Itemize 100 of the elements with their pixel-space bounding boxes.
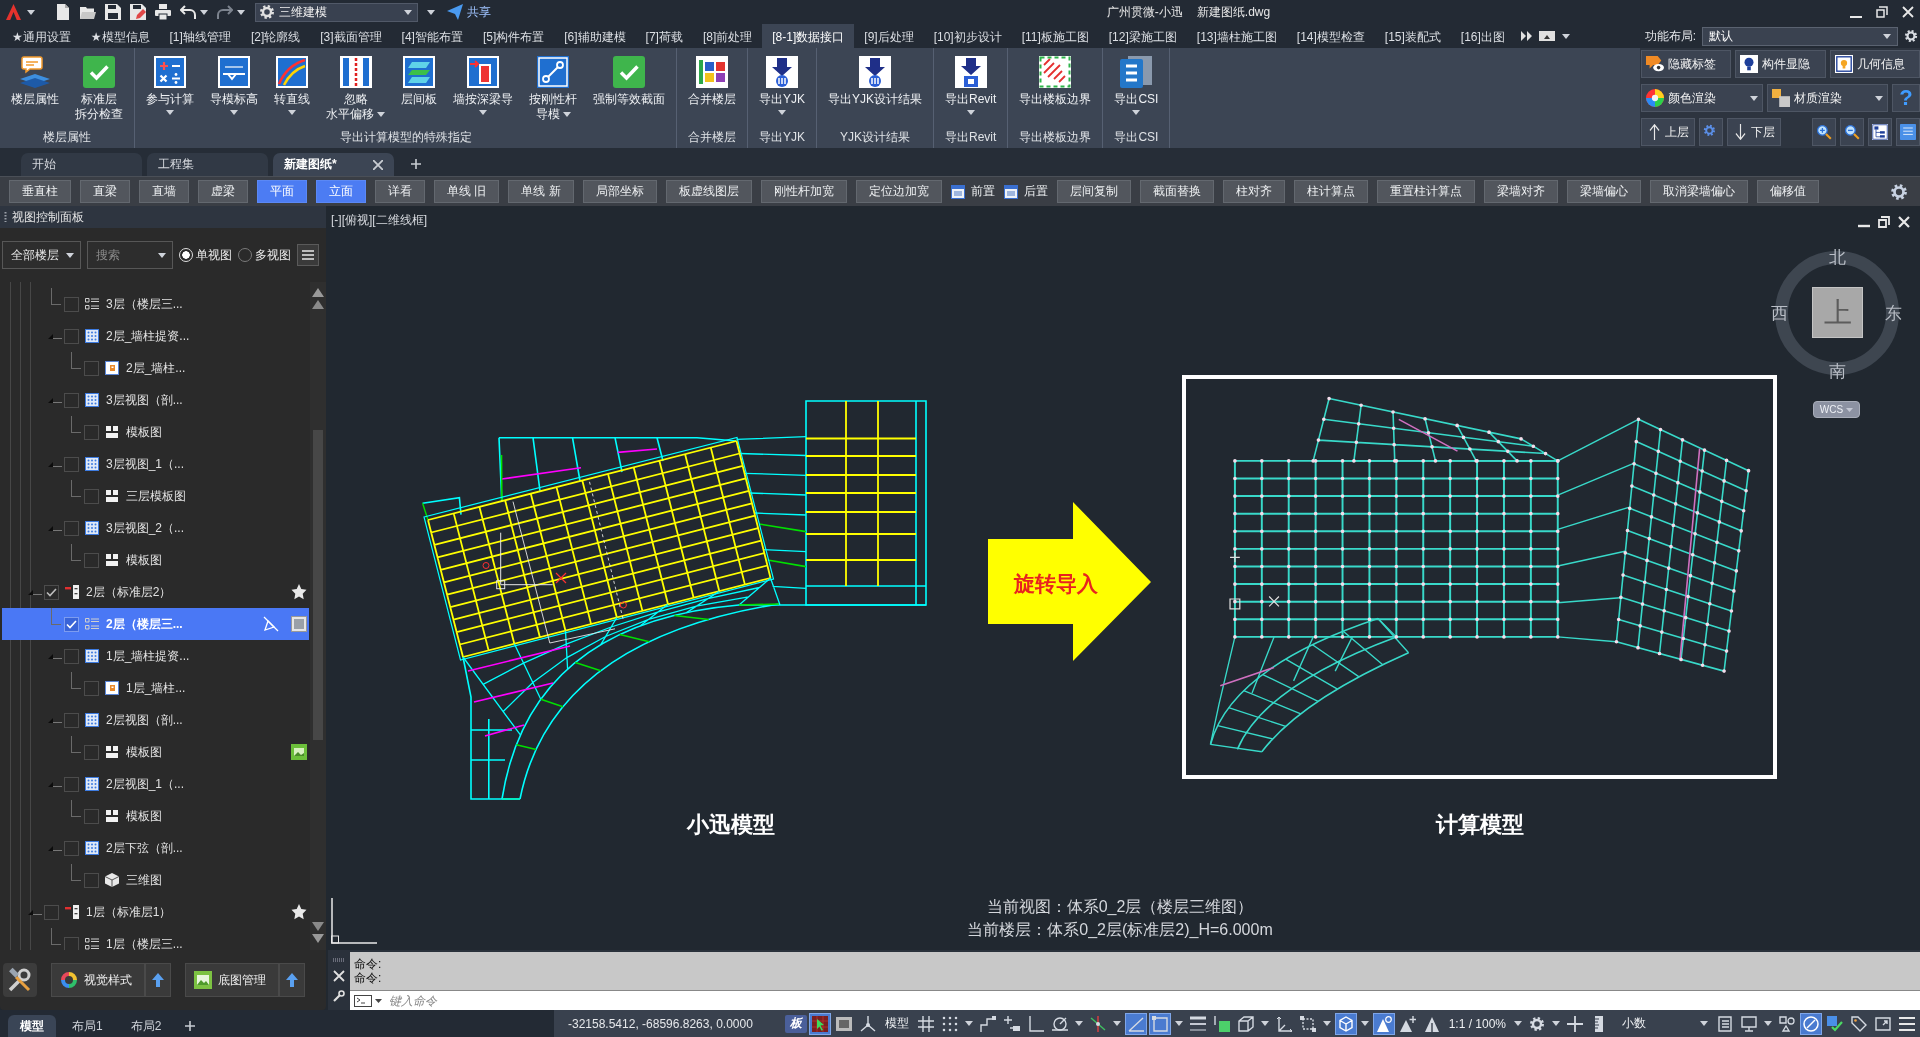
expand-arrow-icon[interactable] bbox=[28, 589, 42, 595]
undo-icon[interactable] bbox=[180, 4, 196, 20]
toolbar-button[interactable]: 梁墙对齐 bbox=[1483, 180, 1558, 203]
toolbar-button[interactable]: 垂直柱 bbox=[9, 180, 71, 203]
panel-button[interactable]: 颜色渲染 bbox=[1641, 84, 1763, 112]
menu-tab[interactable]: [13]墙柱施工图 bbox=[1186, 24, 1287, 48]
slab-toggle[interactable]: 板 bbox=[784, 1014, 807, 1033]
angle-icon[interactable] bbox=[1124, 1012, 1147, 1035]
layout-tab[interactable]: 模型 bbox=[8, 1015, 56, 1037]
scrollbar-thumb[interactable] bbox=[313, 430, 323, 740]
tree-item[interactable]: 3层视图_2（... bbox=[2, 512, 309, 544]
circle-slash-icon[interactable] bbox=[1800, 1012, 1822, 1035]
units-dropdown[interactable]: 小数 bbox=[1612, 1013, 1712, 1034]
close-icon[interactable] bbox=[1902, 6, 1914, 18]
caret-icon[interactable] bbox=[562, 112, 571, 117]
checkbox[interactable] bbox=[84, 872, 99, 888]
radio-label[interactable]: 多视图 bbox=[255, 246, 291, 264]
toolbar-button[interactable]: 取消梁墙偏心 bbox=[1649, 180, 1748, 203]
close-icon[interactable] bbox=[373, 159, 383, 170]
settings-icon[interactable] bbox=[1904, 29, 1918, 43]
caret-icon[interactable] bbox=[964, 1021, 973, 1026]
caret-icon[interactable] bbox=[1322, 1021, 1331, 1026]
toolbar-button[interactable]: 平面 bbox=[257, 180, 307, 203]
toolbar-button[interactable]: 重置柱计算点 bbox=[1376, 180, 1475, 203]
toolbar-button[interactable]: 柱计算点 bbox=[1293, 180, 1368, 203]
tree-item[interactable]: 2层_墙柱... bbox=[2, 352, 309, 384]
floor-filter-dropdown[interactable]: 全部楼层 bbox=[2, 241, 81, 269]
tree-item[interactable]: 3层（楼层三... bbox=[2, 288, 309, 320]
zoom-in-icon[interactable] bbox=[1812, 118, 1836, 146]
ribbon-button[interactable]: 按刚性杆 导模 bbox=[521, 48, 585, 128]
toolbar-option[interactable]: 后置 bbox=[1023, 183, 1048, 200]
hardware-check-icon[interactable] bbox=[1827, 1015, 1843, 1032]
ribbon-button[interactable]: 忽略 水平偏移 bbox=[318, 48, 393, 128]
dot-grid-icon[interactable] bbox=[941, 1015, 958, 1032]
checkbox[interactable] bbox=[64, 776, 79, 792]
checkbox[interactable] bbox=[64, 936, 79, 950]
layout-tab[interactable]: 布局2 bbox=[118, 1015, 174, 1037]
caret-icon[interactable] bbox=[166, 110, 174, 115]
caret-icon[interactable] bbox=[66, 252, 74, 258]
caret-icon[interactable] bbox=[427, 9, 435, 15]
caret-icon[interactable] bbox=[158, 252, 166, 258]
panel-button[interactable]: 下层 bbox=[1727, 118, 1781, 146]
layout-tab[interactable]: 布局1 bbox=[60, 1015, 115, 1037]
scroll-down-icon[interactable] bbox=[312, 934, 324, 943]
toolbar-button[interactable]: 虚梁 bbox=[198, 180, 248, 203]
paper-plane-icon[interactable] bbox=[447, 4, 463, 20]
ribbon-button[interactable]: 参与计算 bbox=[138, 48, 202, 128]
caret-icon[interactable] bbox=[1552, 1021, 1560, 1026]
compass-label[interactable]: 南 bbox=[1829, 362, 1846, 382]
command-bar[interactable]: 键入命令 bbox=[350, 990, 1920, 1010]
caret-icon[interactable] bbox=[375, 998, 382, 1003]
caret-icon[interactable] bbox=[1764, 1021, 1772, 1026]
checkbox[interactable] bbox=[64, 392, 79, 408]
caret-icon[interactable] bbox=[1132, 110, 1141, 115]
expand-arrow-icon[interactable] bbox=[48, 525, 62, 531]
printer-icon[interactable] bbox=[155, 4, 171, 20]
status-button[interactable]: 1:1 / 100% bbox=[1444, 1016, 1510, 1031]
add-tab-icon[interactable] bbox=[185, 1021, 196, 1031]
app-logo-icon[interactable] bbox=[6, 4, 21, 20]
add-tab-icon[interactable] bbox=[411, 159, 421, 169]
caret-icon[interactable] bbox=[1074, 1021, 1083, 1026]
menu-icon[interactable] bbox=[297, 244, 319, 266]
search-field[interactable]: 搜索 bbox=[96, 248, 146, 262]
scrollbar[interactable] bbox=[310, 282, 326, 950]
menu-tab[interactable]: [11]板施工图 bbox=[1011, 24, 1099, 48]
menu-tab[interactable]: ★通用设置 bbox=[2, 24, 81, 48]
tree-item[interactable]: 1层（标准层1） bbox=[2, 896, 309, 928]
tag-icon[interactable] bbox=[1851, 1015, 1867, 1032]
pen-slash-icon[interactable] bbox=[263, 616, 279, 632]
redo-icon[interactable] bbox=[217, 4, 233, 20]
tree-item[interactable]: 模板图 bbox=[2, 416, 309, 448]
caret-icon[interactable] bbox=[1561, 33, 1570, 39]
caret-icon[interactable] bbox=[1875, 95, 1883, 101]
toolbar-button[interactable]: 直梁 bbox=[80, 180, 130, 203]
cube-icon[interactable] bbox=[1237, 1015, 1254, 1032]
caret-icon[interactable] bbox=[1700, 1021, 1708, 1026]
plus-line-icon[interactable] bbox=[1003, 1015, 1020, 1032]
checkbox[interactable] bbox=[64, 648, 79, 664]
save-as-icon[interactable] bbox=[130, 4, 146, 20]
toolbar-button[interactable]: 单线 新 bbox=[508, 180, 574, 203]
caret-icon[interactable] bbox=[778, 110, 786, 115]
scroll-down-icon[interactable] bbox=[312, 922, 324, 931]
tree-item[interactable]: 2层（楼层三... bbox=[2, 608, 309, 640]
toolbar-button[interactable]: 板虚线图层 bbox=[665, 180, 752, 203]
double-arrow-icon[interactable] bbox=[1520, 31, 1532, 41]
checkbox[interactable] bbox=[64, 616, 79, 632]
gizmo-icon[interactable] bbox=[1334, 1012, 1357, 1035]
expand-arrow-icon[interactable] bbox=[48, 653, 62, 659]
expand-arrow-icon[interactable] bbox=[48, 781, 62, 787]
caret-icon[interactable] bbox=[479, 110, 487, 115]
caret-icon[interactable] bbox=[1174, 1021, 1183, 1026]
fullscreen-icon[interactable] bbox=[1875, 1015, 1891, 1032]
menu-tab[interactable]: ★模型信息 bbox=[80, 24, 160, 48]
tree-diagram-icon[interactable] bbox=[1868, 118, 1892, 146]
caret-icon[interactable] bbox=[966, 110, 975, 115]
tree-item[interactable]: 2层（标准层2） bbox=[2, 576, 309, 608]
toolbar-button[interactable]: 层间复制 bbox=[1056, 180, 1131, 203]
tree-item[interactable]: 模板图 bbox=[2, 544, 309, 576]
toolbar-button[interactable]: 刚性杆加宽 bbox=[760, 180, 847, 203]
caret-icon[interactable] bbox=[377, 112, 385, 117]
